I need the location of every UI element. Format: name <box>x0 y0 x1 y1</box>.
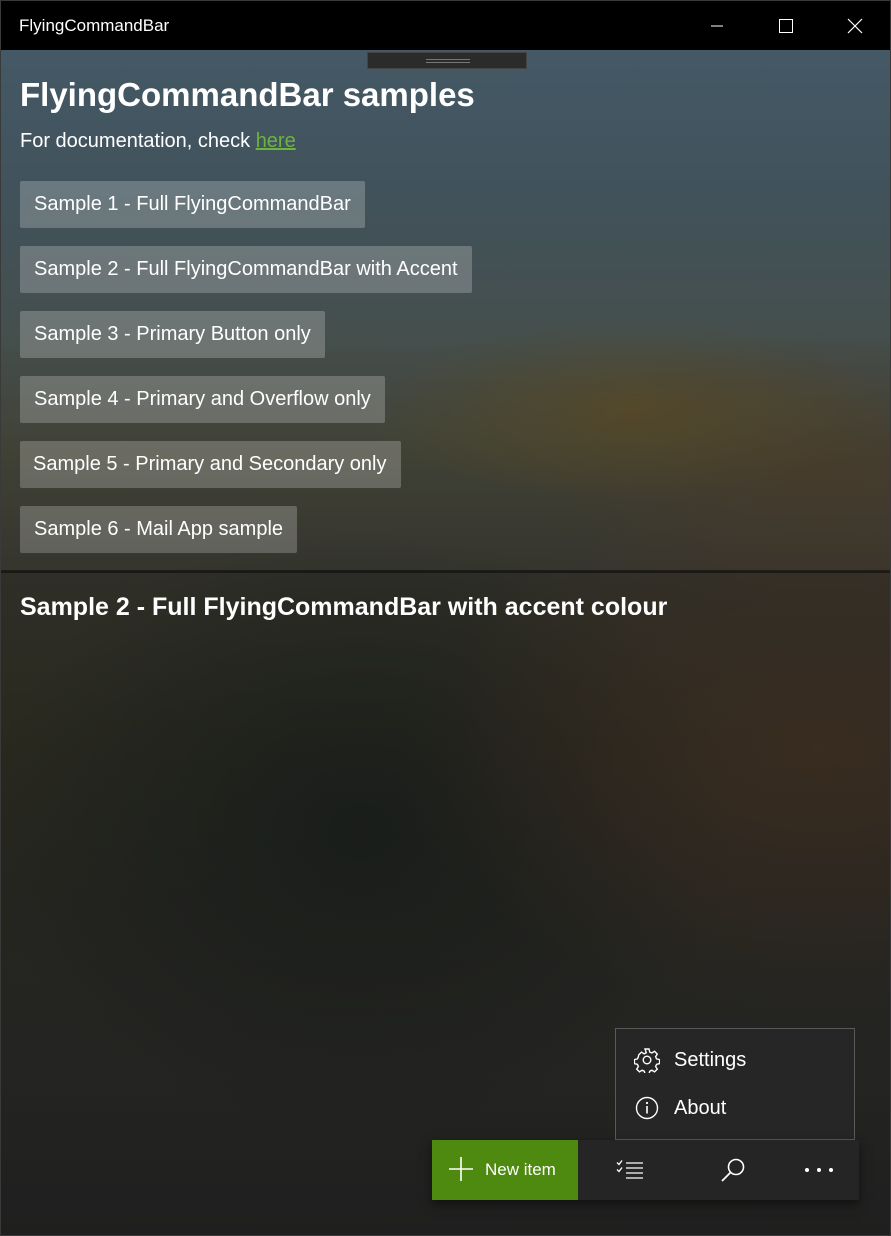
title-bar: FlyingCommandBar <box>1 1 890 50</box>
close-icon <box>847 18 863 33</box>
sample-2-button[interactable]: Sample 2 - Full FlyingCommandBar with Ac… <box>20 246 472 293</box>
sample-5-button[interactable]: Sample 5 - Primary and Secondary only <box>20 441 401 488</box>
overflow-menu: Settings About <box>615 1028 855 1140</box>
new-item-label: New item <box>485 1160 556 1179</box>
minimize-icon <box>711 25 723 26</box>
more-button[interactable] <box>789 1140 849 1200</box>
sample-6-button[interactable]: Sample 6 - Mail App sample <box>20 506 298 553</box>
checklist-icon <box>616 1160 643 1179</box>
close-button[interactable] <box>821 1 889 50</box>
window-title: FlyingCommandBar <box>19 16 170 35</box>
search-button[interactable] <box>703 1140 763 1200</box>
sample-3-button[interactable]: Sample 3 - Primary Button only <box>20 311 325 358</box>
menu-item-about[interactable]: About <box>616 1084 854 1132</box>
minimize-button[interactable] <box>683 1 751 50</box>
documentation-link[interactable]: here <box>256 130 296 152</box>
plus-icon <box>449 1157 473 1181</box>
documentation-text: For documentation, check here <box>20 130 296 153</box>
grip-icon <box>426 59 470 63</box>
sample-1-button[interactable]: Sample 1 - Full FlyingCommandBar <box>20 181 365 228</box>
checklist-button[interactable] <box>600 1140 660 1200</box>
flying-command-bar: New item <box>432 1140 859 1200</box>
search-icon <box>721 1158 745 1182</box>
menu-item-settings-label: Settings <box>674 1048 747 1071</box>
sample-4-button[interactable]: Sample 4 - Primary and Overflow only <box>20 376 385 423</box>
pane-divider <box>1 570 890 573</box>
page-title: FlyingCommandBar samples <box>20 76 475 113</box>
section-title: Sample 2 - Full FlyingCommandBar with ac… <box>20 593 668 621</box>
menu-item-settings[interactable]: Settings <box>616 1036 854 1084</box>
gear-icon <box>634 1047 660 1073</box>
app-window: FlyingCommandBar FlyingCommandBar sample… <box>0 0 891 1236</box>
maximize-button[interactable] <box>752 1 820 50</box>
drag-handle[interactable] <box>367 52 527 69</box>
documentation-prefix: For documentation, check <box>20 130 251 152</box>
more-icon <box>805 1168 833 1172</box>
maximize-icon <box>779 18 793 33</box>
new-item-button[interactable]: New item <box>432 1140 578 1200</box>
info-icon <box>634 1095 660 1121</box>
menu-item-about-label: About <box>674 1096 727 1119</box>
